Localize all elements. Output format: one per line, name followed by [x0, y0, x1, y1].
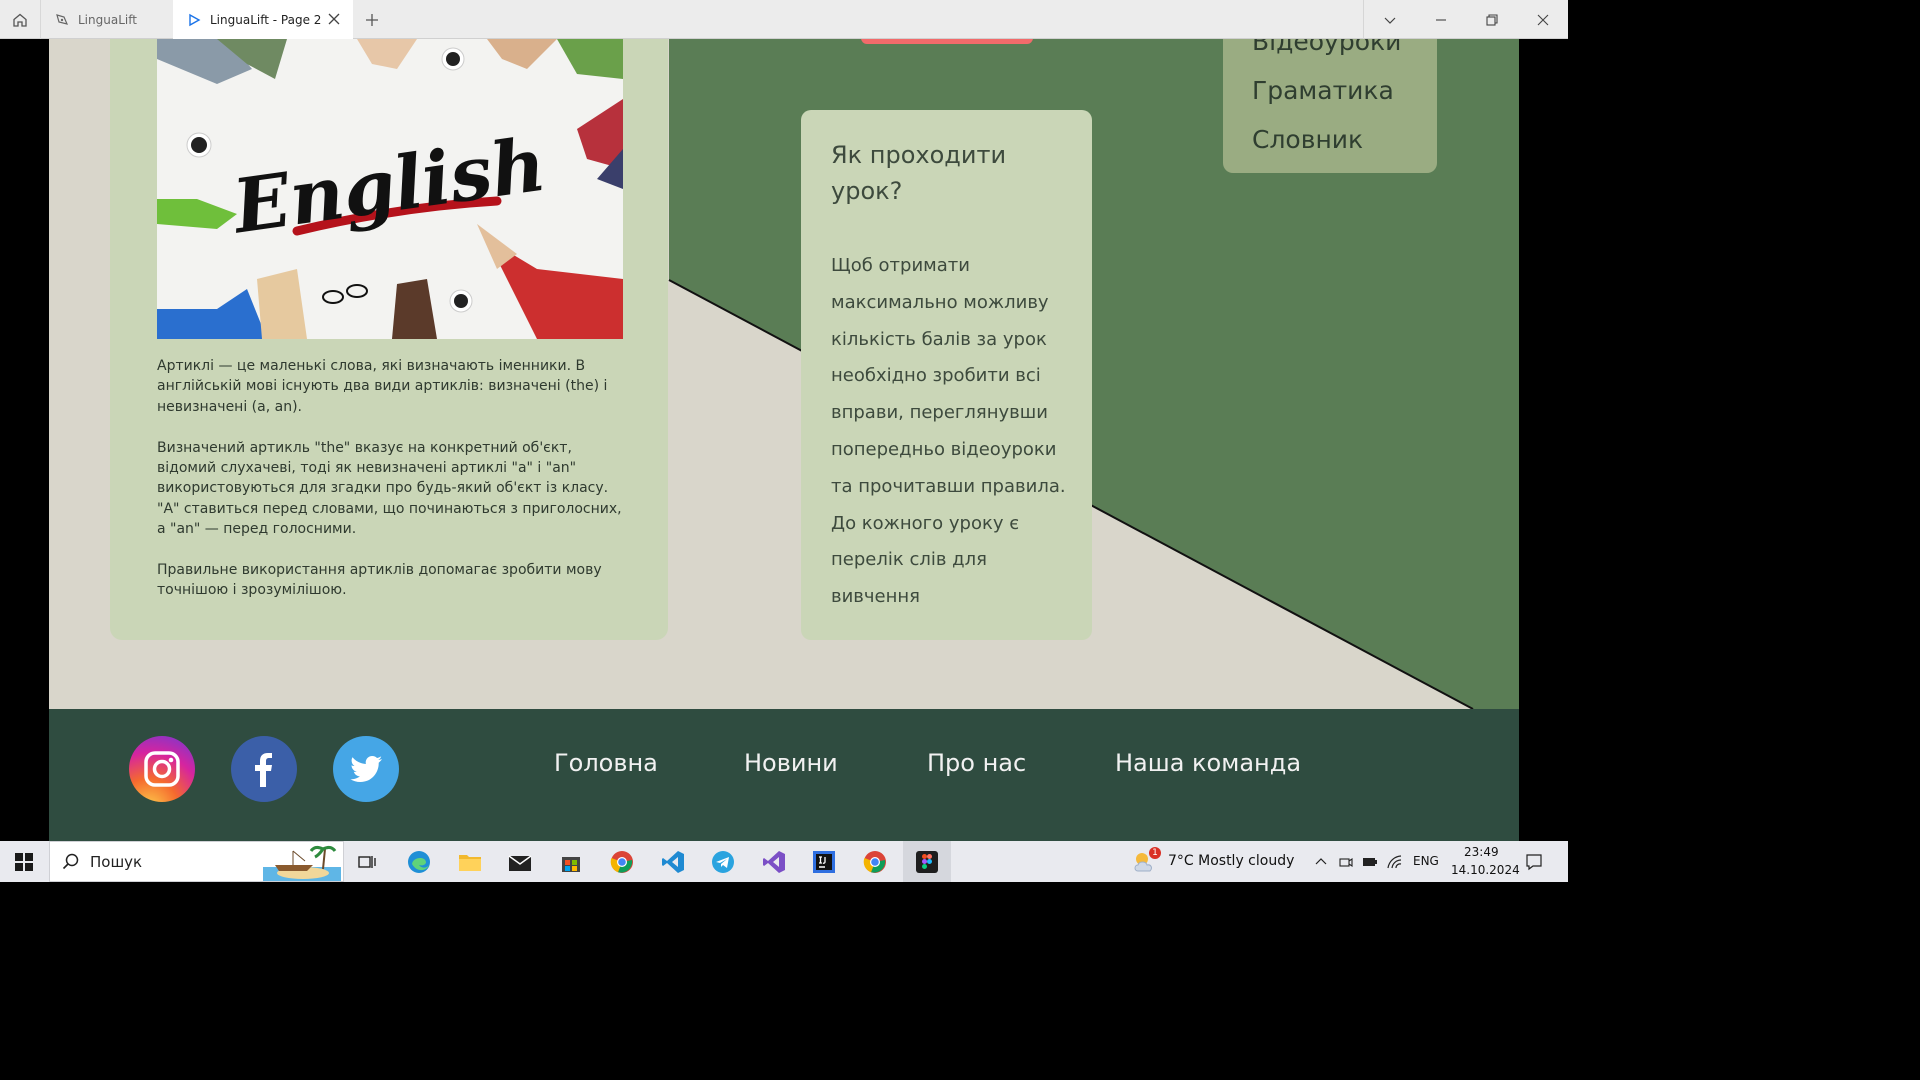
restore-button[interactable]: [1466, 0, 1517, 39]
english-illustration: English: [157, 39, 623, 339]
meet-now-button[interactable]: [1335, 841, 1357, 882]
intellij-icon: [813, 850, 835, 873]
windows-icon: [15, 852, 33, 871]
chevron-up-icon: [1315, 857, 1327, 864]
minimize-icon: [1435, 18, 1446, 21]
search-icon: [62, 853, 79, 869]
twitter-link[interactable]: [333, 736, 399, 802]
weather-text[interactable]: 7°C Mostly cloudy: [1168, 853, 1294, 869]
store-app[interactable]: [549, 841, 593, 882]
chrome-icon: [863, 850, 886, 873]
facebook-icon: [255, 753, 272, 787]
new-tab-button[interactable]: [362, 10, 382, 34]
pink-button[interactable]: [861, 39, 1033, 44]
taskbar-search[interactable]: Пошук: [49, 841, 344, 882]
home-button[interactable]: [0, 0, 41, 39]
plus-icon: [366, 14, 378, 26]
close-icon: [1537, 14, 1548, 25]
article-text: Артиклі — це маленькі слова, які визнача…: [157, 356, 627, 621]
footer-nav-home[interactable]: Головна: [554, 749, 658, 777]
language-indicator[interactable]: ENG: [1413, 854, 1439, 868]
file-explorer-app[interactable]: [448, 841, 492, 882]
chrome-app-2[interactable]: [853, 841, 897, 882]
task-view-button[interactable]: [345, 841, 389, 882]
figma-app[interactable]: [903, 841, 951, 882]
windows-taskbar: Пошук 1 7°C Mostly cloudy ENG 23:49 14.1…: [0, 841, 1568, 882]
home-icon: [13, 13, 27, 27]
edge-icon: [408, 850, 430, 873]
page-viewport: English Артиклі — це маленькі слова, які…: [49, 39, 1519, 841]
article-paragraph: Артиклі — це маленькі слова, які визнача…: [157, 358, 608, 415]
network-button[interactable]: [1384, 841, 1406, 882]
start-button[interactable]: [2, 841, 46, 882]
pen-tool-icon: [55, 13, 69, 27]
close-window-button[interactable]: [1517, 0, 1568, 39]
search-highlight-icon: [263, 845, 341, 881]
vscode-app[interactable]: [651, 841, 695, 882]
clock-date[interactable]: 14.10.2024: [1451, 863, 1520, 877]
article-paragraph: Визначений артикль "the" вказує на конкр…: [157, 439, 622, 538]
weather-badge: 1: [1149, 847, 1161, 859]
telegram-app[interactable]: [701, 841, 745, 882]
wifi-icon: [1387, 854, 1402, 868]
lesson-card-body: Щоб отримати максимально можливу кількіс…: [831, 255, 1066, 608]
edge-app[interactable]: [397, 841, 441, 882]
menu-item-dictionary[interactable]: Словник: [1252, 125, 1363, 154]
browser-titlebar: LinguaLift LinguaLift - Page 2: [0, 0, 1568, 39]
camera-icon: [1339, 857, 1353, 867]
notifications-button[interactable]: [1516, 841, 1552, 882]
instagram-icon: [144, 751, 180, 787]
twitter-icon: [350, 756, 382, 782]
telegram-icon: [712, 850, 734, 873]
instagram-link[interactable]: [129, 736, 195, 802]
footer-nav-news[interactable]: Новини: [744, 749, 838, 777]
tab-lingualift-page2[interactable]: LinguaLift - Page 2: [173, 0, 353, 39]
chrome-app[interactable]: [600, 841, 644, 882]
visual-studio-icon: [763, 850, 785, 873]
chrome-icon: [610, 850, 633, 873]
task-view-icon: [358, 855, 376, 868]
lesson-card-title: Як проходити урок?: [831, 141, 1007, 205]
footer-nav-team[interactable]: Наша команда: [1115, 749, 1301, 777]
tab-title: LinguaLift - Page 2: [210, 12, 322, 27]
close-tab-icon[interactable]: [327, 12, 341, 29]
page-footer: Головна Новини Про нас Наша команда: [49, 709, 1519, 841]
folder-icon: [459, 854, 481, 871]
vscode-icon: [662, 850, 684, 873]
visual-studio-app[interactable]: [752, 841, 796, 882]
battery-icon: [1363, 857, 1377, 866]
show-hidden-icons-button[interactable]: [1310, 841, 1332, 882]
restore-icon: [1485, 13, 1498, 26]
weather-widget[interactable]: 1: [1128, 841, 1164, 882]
figma-icon: [916, 850, 938, 873]
footer-nav-about[interactable]: Про нас: [927, 749, 1026, 777]
play-icon: [187, 13, 201, 27]
search-placeholder: Пошук: [90, 852, 143, 871]
notification-icon: [1526, 853, 1542, 870]
tab-title: LinguaLift: [78, 12, 137, 27]
article-paragraph: Правильне використання артиклів допомага…: [157, 562, 602, 599]
clock-time[interactable]: 23:49: [1464, 845, 1499, 859]
mail-icon: [508, 854, 532, 871]
lesson-info-card: Як проходити урок? Щоб отримати максимал…: [801, 110, 1092, 640]
tab-list-button[interactable]: [1364, 0, 1415, 39]
store-icon: [562, 856, 580, 872]
mail-app[interactable]: [498, 841, 542, 882]
battery-button[interactable]: [1359, 841, 1381, 882]
minimize-button[interactable]: [1415, 0, 1466, 39]
intellij-app[interactable]: [802, 841, 846, 882]
lesson-menu: Відеоуроки Граматика Словник: [1223, 39, 1437, 173]
chevron-down-icon: [1384, 17, 1395, 24]
tab-lingualift[interactable]: LinguaLift: [41, 0, 173, 39]
menu-item-videolessons[interactable]: Відеоуроки: [1252, 39, 1401, 56]
article-card: English Артиклі — це маленькі слова, які…: [110, 39, 668, 640]
facebook-link[interactable]: [231, 736, 297, 802]
menu-item-grammar[interactable]: Граматика: [1252, 76, 1394, 105]
